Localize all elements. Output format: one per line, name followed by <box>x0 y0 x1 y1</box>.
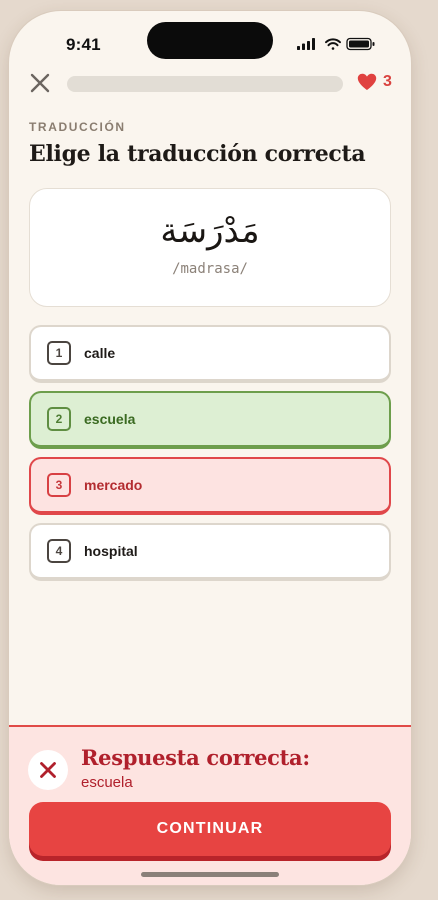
feedback-panel: Respuesta correcta: escuela CONTINUAR <box>9 725 411 885</box>
continue-button[interactable]: CONTINUAR <box>29 802 391 856</box>
option-hospital[interactable]: 4 hospital <box>29 523 391 581</box>
option-number: 4 <box>47 539 71 563</box>
hearts-indicator: 3 <box>357 73 392 91</box>
lesson-progress-bar <box>67 76 343 92</box>
battery-icon <box>346 37 375 51</box>
option-escuela[interactable]: 2 escuela <box>29 391 391 449</box>
option-mercado[interactable]: 3 mercado <box>29 457 391 515</box>
option-calle[interactable]: 1 calle <box>29 325 391 383</box>
arabic-word: مَدْرَسَة <box>160 211 260 251</box>
feedback-answer: escuela <box>81 774 133 791</box>
status-icons <box>297 37 375 51</box>
transliteration: /madrasa/ <box>172 261 248 277</box>
hearts-count: 3 <box>383 73 392 90</box>
option-label: hospital <box>84 543 138 559</box>
x-icon <box>40 762 56 778</box>
status-time: 9:41 <box>66 35 101 54</box>
option-label: calle <box>84 345 116 361</box>
feedback-title: Respuesta correcta: <box>81 745 310 770</box>
exercise-title: Elige la traducción correcta <box>29 141 366 167</box>
signal-icon <box>297 38 315 50</box>
feedback-icon <box>28 750 68 790</box>
phone-screen: 9:41 3 TRADUCCIÓN Elige la traducción co… <box>9 11 411 885</box>
option-number: 2 <box>47 407 71 431</box>
exercise-type-label: TRADUCCIÓN <box>29 120 126 134</box>
dynamic-island <box>147 22 273 59</box>
heart-icon <box>357 73 377 90</box>
home-indicator <box>141 872 279 877</box>
wifi-icon <box>325 38 341 50</box>
option-number: 1 <box>47 341 71 365</box>
option-label: escuela <box>84 411 136 427</box>
word-card: مَدْرَسَة /madrasa/ <box>29 188 391 307</box>
close-icon[interactable] <box>29 72 51 94</box>
option-label: mercado <box>84 477 143 493</box>
option-number: 3 <box>47 473 71 497</box>
